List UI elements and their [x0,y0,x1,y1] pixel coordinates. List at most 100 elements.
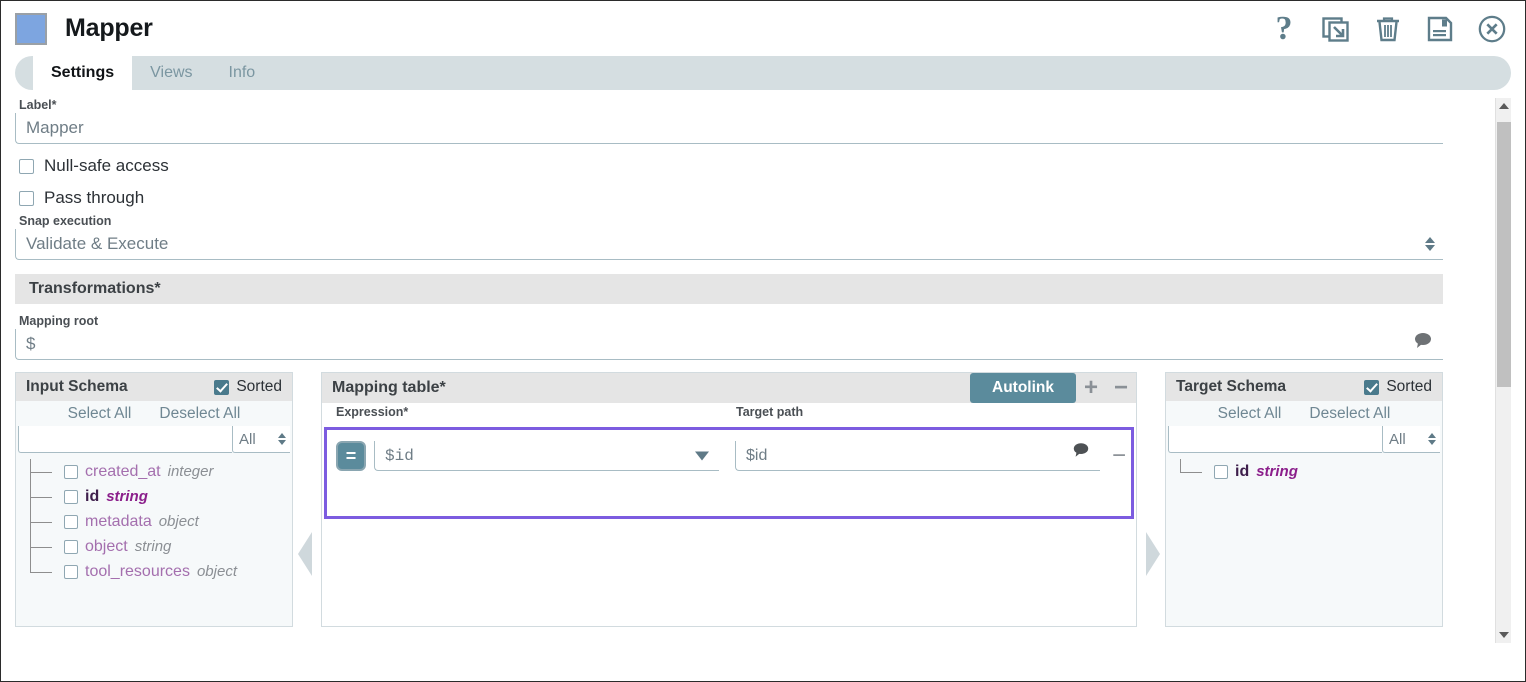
mapping-root-label: Mapping root [19,314,1443,328]
collapse-left-icon[interactable] [298,532,312,576]
target-schema-filter-input[interactable] [1168,426,1382,453]
close-icon[interactable] [1477,14,1507,44]
help-glyph: ? [1276,12,1293,46]
tab-views[interactable]: Views [132,56,210,90]
input-field-name: created_at [85,463,161,481]
target-schema-title-bar: Target Schema Sorted [1166,373,1442,401]
expression-value: $id [385,447,414,465]
target-schema-select-controls: Select All Deselect All [1166,401,1442,426]
input-field-type: string [135,538,172,555]
tab-bar: Settings Views Info [15,56,1511,90]
schema-mapping-panels: Input Schema Sorted Select All Deselect … [15,372,1443,627]
comment-icon[interactable] [1413,331,1433,354]
autolink-button[interactable]: Autolink [970,373,1076,403]
input-schema-panel: Input Schema Sorted Select All Deselect … [15,372,293,627]
scroll-down-button[interactable] [1496,627,1511,643]
input-field-name: tool_resources [85,563,190,581]
input-field-checkbox[interactable] [64,540,78,554]
input-schema-select-all[interactable]: Select All [68,405,132,423]
input-field-checkbox[interactable] [64,465,78,479]
pass-through-checkbox-row[interactable]: Pass through [19,188,1485,208]
input-field-name: object [85,538,128,556]
help-icon[interactable]: ? [1269,14,1299,44]
pass-through-checkbox[interactable] [19,191,34,206]
column-header-expression: Expression* [336,405,736,419]
scrollbar-thumb[interactable] [1497,122,1511,387]
target-schema-sorted-checkbox[interactable] [1364,380,1379,395]
trash-icon[interactable] [1373,14,1403,44]
delete-row-button[interactable]: − [1112,442,1126,470]
tree-elbow-icon [30,484,58,509]
target-schema-select-all[interactable]: Select All [1218,405,1282,423]
target-schema-title: Target Schema [1176,378,1286,396]
chevron-down-icon[interactable] [695,451,709,460]
target-path-input[interactable]: $id [735,441,1100,471]
target-schema-deselect-all[interactable]: Deselect All [1309,405,1390,423]
tab-info[interactable]: Info [211,56,274,90]
mapping-table-rows: = $id $id [322,419,1136,626]
input-field-checkbox[interactable] [64,490,78,504]
mapping-table-panel: Mapping table* Autolink + − Expression* … [321,372,1137,627]
list-item[interactable]: id string [1174,459,1442,484]
tab-settings[interactable]: Settings [33,56,132,90]
target-schema-sorted-toggle[interactable]: Sorted [1364,378,1432,396]
snap-execution-select[interactable]: Validate & Execute [15,229,1443,260]
list-item[interactable]: object string [24,534,292,559]
settings-body: Label* Mapper Null-safe access Pass thro… [15,98,1511,658]
snap-color-swatch [15,13,47,45]
target-schema-type-filter[interactable]: All [1382,426,1440,453]
input-field-type: object [197,563,237,580]
chevron-up-icon [1425,237,1435,243]
list-item[interactable]: id string [24,484,292,509]
comment-icon[interactable] [1072,441,1090,463]
snap-execution-label: Snap execution [19,214,1485,228]
mapping-root-input[interactable]: $ [15,329,1443,360]
target-schema-type-stepper[interactable] [1428,433,1436,445]
list-item[interactable]: tool_resources object [24,559,292,584]
tab-bar-wrapper: Settings Views Info [1,56,1525,90]
input-field-name: metadata [85,513,152,531]
target-field-checkbox[interactable] [1214,465,1228,479]
collapse-right-icon[interactable] [1146,532,1160,576]
snap-execution-stepper[interactable] [1425,237,1435,251]
list-item[interactable]: metadata object [24,509,292,534]
chevron-up-icon [1428,433,1436,438]
target-schema-sorted-label: Sorted [1386,378,1432,396]
tree-elbow-icon [30,534,58,559]
target-schema-type-filter-value: All [1389,431,1406,448]
save-icon[interactable] [1425,14,1455,44]
add-row-button[interactable]: + [1076,374,1106,402]
input-field-checkbox[interactable] [64,565,78,579]
chevron-up-icon [278,433,286,438]
label-input[interactable]: Mapper [15,113,1443,144]
null-safe-access-checkbox[interactable] [19,159,34,174]
input-schema-type-filter[interactable]: All [232,426,290,453]
input-schema-select-controls: Select All Deselect All [16,401,292,426]
input-schema-title: Input Schema [26,378,128,396]
input-schema-type-stepper[interactable] [278,433,286,445]
null-safe-access-label: Null-safe access [44,156,169,176]
pass-through-label: Pass through [44,188,144,208]
snap-execution-value: Validate & Execute [26,234,168,254]
chevron-down-icon [1425,245,1435,251]
expression-input[interactable]: $id [374,441,719,471]
column-header-target-path: Target path [736,405,1136,419]
input-schema-deselect-all[interactable]: Deselect All [159,405,240,423]
export-icon[interactable] [1321,14,1351,44]
target-schema-panel: Target Schema Sorted Select All Deselect… [1165,372,1443,627]
input-schema-sorted-toggle[interactable]: Sorted [214,378,282,396]
vertical-scrollbar[interactable] [1495,98,1511,643]
input-schema-sorted-checkbox[interactable] [214,380,229,395]
scroll-up-button[interactable] [1496,98,1511,114]
remove-row-button[interactable]: − [1106,374,1136,402]
tree-elbow-icon [1180,459,1208,484]
list-item[interactable]: created_at integer [24,459,292,484]
input-field-checkbox[interactable] [64,515,78,529]
expression-toggle-button[interactable]: = [336,441,366,471]
titlebar-actions: ? [1269,14,1507,44]
input-schema-filter-input[interactable] [18,426,232,453]
chevron-down-icon [1428,440,1436,445]
input-field-type: string [106,488,148,505]
null-safe-access-checkbox-row[interactable]: Null-safe access [19,156,1485,176]
mapping-table-header: Mapping table* Autolink + − [322,373,1136,403]
